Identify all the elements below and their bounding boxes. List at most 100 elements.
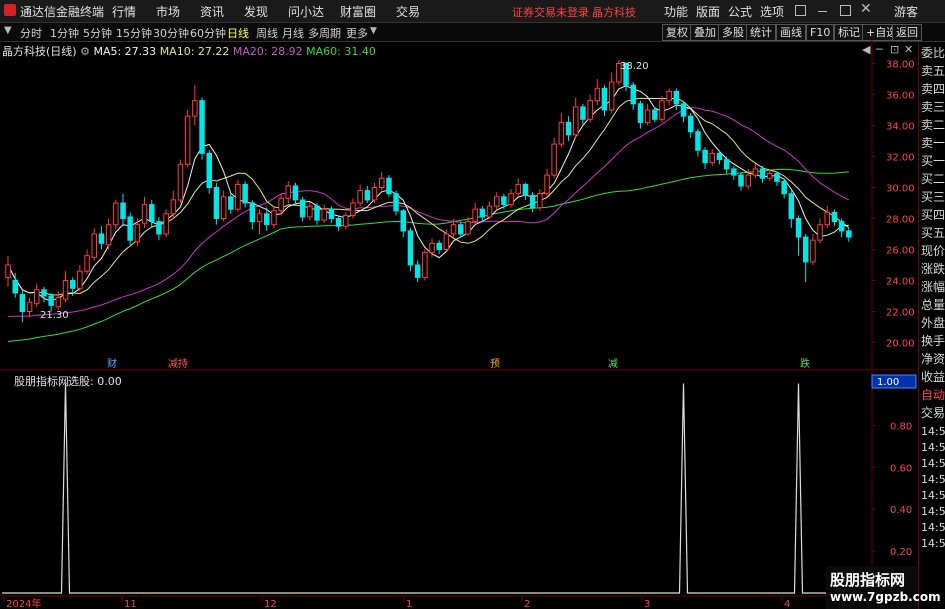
login-notice[interactable]: 证券交易未登录 <box>512 4 589 20</box>
panel-sell3[interactable]: 卖三 <box>921 100 945 115</box>
high-price-label: 38.20 <box>620 61 649 72</box>
panel-tick: 14:56 <box>921 505 945 518</box>
panel-buy3[interactable]: 买三 <box>921 190 945 205</box>
event-tag: 减持 <box>168 357 188 370</box>
candle-up <box>321 208 327 221</box>
draw-line-button[interactable]: 画线 <box>776 24 806 41</box>
panel-weibi[interactable]: 委比 <box>921 46 945 61</box>
menu-quotes[interactable]: 行情 <box>112 3 136 20</box>
period-tab-60min[interactable]: 60分钟 <box>190 25 226 41</box>
expand-icon[interactable] <box>795 5 806 16</box>
panel-buy4[interactable]: 买四 <box>921 208 945 223</box>
candle-up <box>709 152 715 164</box>
event-tag: 减 <box>608 358 618 370</box>
panel-volume[interactable]: 总量 <box>921 298 945 313</box>
minimize-icon[interactable] <box>818 11 827 12</box>
candle-down <box>436 242 442 251</box>
menu-options[interactable]: 选项 <box>760 3 784 20</box>
candle-up <box>745 174 751 187</box>
kline-chart[interactable]: 20.00 22.00 24.00 26.00 28.00 30.00 32.00 34.00… <box>0 40 918 609</box>
low-price-label: 21.30 <box>40 310 69 321</box>
panel-sell2[interactable]: 卖二 <box>921 118 945 133</box>
mark-button[interactable]: 标记 <box>834 24 864 41</box>
candle-up <box>177 163 184 201</box>
candle-down <box>328 208 335 219</box>
f10-button[interactable]: F10 <box>806 24 835 41</box>
candle-up <box>608 81 615 111</box>
price-tick-label: 38.00 <box>886 60 915 71</box>
period-tab-multi[interactable]: 多周期 <box>308 25 341 41</box>
panel-turnover[interactable]: 换手 <box>921 334 945 349</box>
panel-sell1[interactable]: 卖一 <box>921 136 945 151</box>
candle-down <box>788 193 795 219</box>
date-axis: 2024年 11 12 1 2 3 4 <box>3 596 790 609</box>
candle-up <box>422 252 428 278</box>
panel-income[interactable]: 收益 <box>921 370 945 385</box>
restore-rights-button[interactable]: 复权 <box>662 24 692 41</box>
panel-auto[interactable]: 自动 <box>921 388 945 403</box>
period-tab-30min[interactable]: 30分钟 <box>153 25 189 41</box>
multi-stock-button[interactable]: 多股 <box>718 24 748 41</box>
panel-tick: 14:56 <box>921 457 945 470</box>
panel-buy1[interactable]: 买一 <box>921 154 945 169</box>
menu-formula[interactable]: 公式 <box>728 3 752 20</box>
candle-down <box>680 103 687 117</box>
panel-change[interactable]: 涨跌 <box>921 262 945 277</box>
close-icon[interactable]: ✕ <box>860 1 872 17</box>
menu-function[interactable]: 功能 <box>664 3 688 20</box>
candle-up <box>587 100 593 120</box>
period-tab-daily[interactable]: 日线 <box>227 25 249 41</box>
menu-trade[interactable]: 交易 <box>396 3 420 20</box>
menu-ask[interactable]: 问小达 <box>288 3 324 20</box>
candle-up <box>235 183 241 210</box>
candle-down <box>846 230 852 238</box>
menu-layout[interactable]: 版面 <box>696 3 720 20</box>
panel-sell5[interactable]: 卖五 <box>921 64 945 79</box>
candle-down <box>501 196 507 206</box>
dropdown-icon[interactable]: ▼ <box>4 25 12 36</box>
indicator-title: 股朋指标网 <box>14 374 69 388</box>
panel-outer[interactable]: 外盘 <box>921 316 945 331</box>
date-label: 3 <box>644 599 650 609</box>
candle-up <box>5 264 11 278</box>
panel-tick: 14:56 <box>921 473 945 486</box>
back-button[interactable]: 返回 <box>892 24 922 41</box>
candle-down <box>314 205 320 221</box>
guest-label[interactable]: 游客 <box>894 3 918 20</box>
period-tab-weekly[interactable]: 周线 <box>256 25 278 41</box>
candle-down <box>630 84 636 105</box>
statistics-button[interactable]: 统计 <box>746 24 776 41</box>
period-tab-monthly[interactable]: 月线 <box>282 25 304 41</box>
overlay-button[interactable]: 叠加 <box>690 24 720 41</box>
candle-up <box>429 242 435 254</box>
panel-trade[interactable]: 交易 <box>921 406 945 421</box>
title-bar: 通达信金融终端 行情 市场 资讯 发现 问小达 财富圈 交易 证券交易未登录 晶… <box>0 0 945 23</box>
candle-down <box>386 177 392 195</box>
candle-down <box>695 131 701 151</box>
candle-up <box>551 143 557 176</box>
menu-discover[interactable]: 发现 <box>244 3 268 20</box>
period-tab-1min[interactable]: 1分钟 <box>50 25 79 41</box>
date-label: 12 <box>264 599 277 609</box>
period-tab-5min[interactable]: 5分钟 <box>83 25 112 41</box>
more-chevron-icon[interactable]: ▼ <box>370 26 377 36</box>
candle-down <box>803 236 809 263</box>
panel-price[interactable]: 现价 <box>921 244 945 259</box>
panel-nav[interactable]: 净资 <box>921 352 945 367</box>
menu-market[interactable]: 市场 <box>156 3 180 20</box>
candle-down <box>407 230 414 266</box>
period-tab-timeshare[interactable]: 分时 <box>20 25 42 41</box>
candle-down <box>335 218 342 227</box>
candle-up <box>134 224 141 243</box>
panel-buy5[interactable]: 买五 <box>921 226 945 241</box>
event-tags: 财 减持 预 减 跌 <box>107 357 810 370</box>
maximize-icon[interactable] <box>840 5 851 16</box>
menu-wealth-circle[interactable]: 财富圈 <box>340 3 376 20</box>
period-tab-15min[interactable]: 15分钟 <box>116 25 152 41</box>
candle-up <box>494 196 500 207</box>
period-tab-more[interactable]: 更多 <box>346 25 368 41</box>
panel-sell4[interactable]: 卖四 <box>921 82 945 97</box>
panel-pct[interactable]: 涨幅 <box>921 280 945 295</box>
panel-buy2[interactable]: 买二 <box>921 172 945 187</box>
menu-news[interactable]: 资讯 <box>200 3 224 20</box>
